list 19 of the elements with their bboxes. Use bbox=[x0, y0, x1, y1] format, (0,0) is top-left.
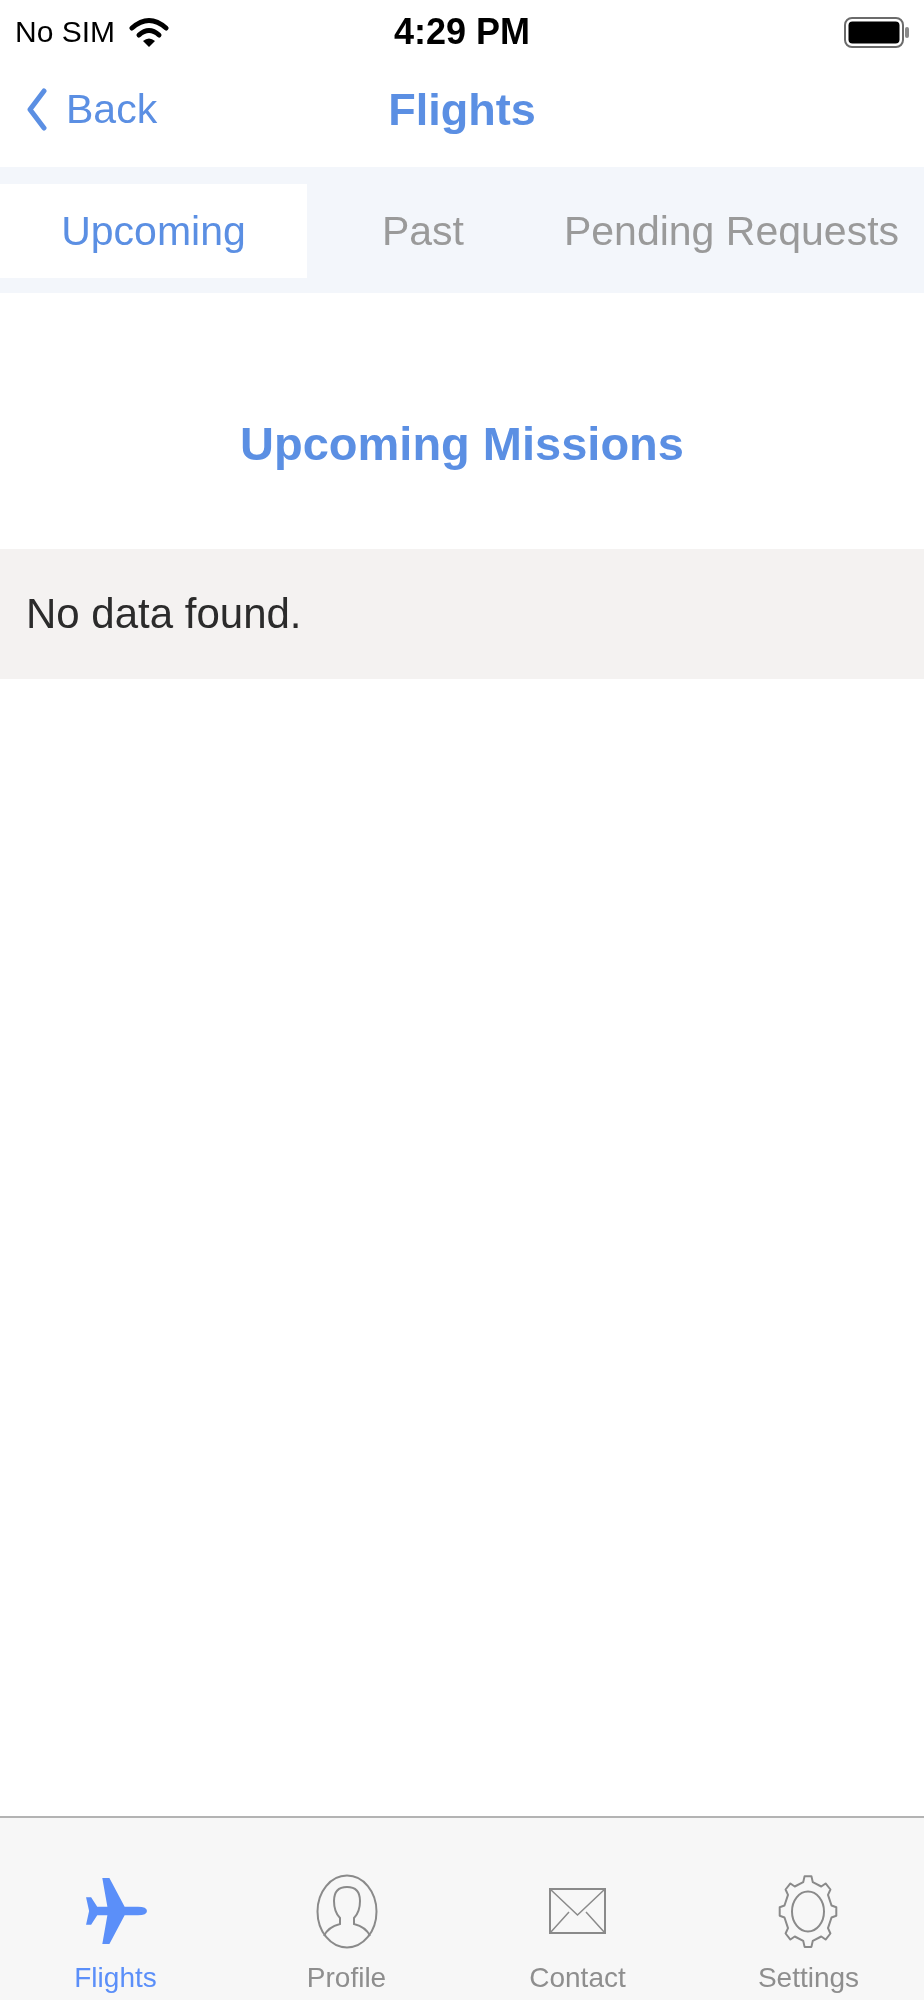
tab-bar-item[interactable]: Profile bbox=[306, 1873, 387, 1995]
tab[interactable]: Pending Requests bbox=[539, 184, 924, 278]
airplane-icon bbox=[83, 1877, 148, 1945]
tab[interactable]: Past bbox=[307, 184, 539, 278]
nav-title: Flights bbox=[388, 87, 536, 132]
tab-bar-item[interactable]: Flights bbox=[74, 1873, 157, 1995]
back-button[interactable]: Back bbox=[26, 88, 158, 131]
tab-bar-item[interactable]: Contact bbox=[529, 1873, 626, 1995]
person-icon bbox=[315, 1873, 378, 1949]
carrier-label: No SIM bbox=[15, 17, 116, 47]
tab[interactable]: Upcoming bbox=[0, 184, 307, 278]
gear-icon bbox=[778, 1873, 839, 1949]
battery-icon bbox=[844, 16, 909, 48]
envelope-icon bbox=[549, 1888, 606, 1934]
tab-bar-item[interactable]: Settings bbox=[757, 1873, 860, 1995]
status-time: 4:29 PM bbox=[393, 14, 531, 50]
wifi-icon bbox=[129, 17, 170, 47]
empty-message: No data found. bbox=[26, 593, 302, 635]
chevron-left-icon bbox=[26, 88, 47, 131]
